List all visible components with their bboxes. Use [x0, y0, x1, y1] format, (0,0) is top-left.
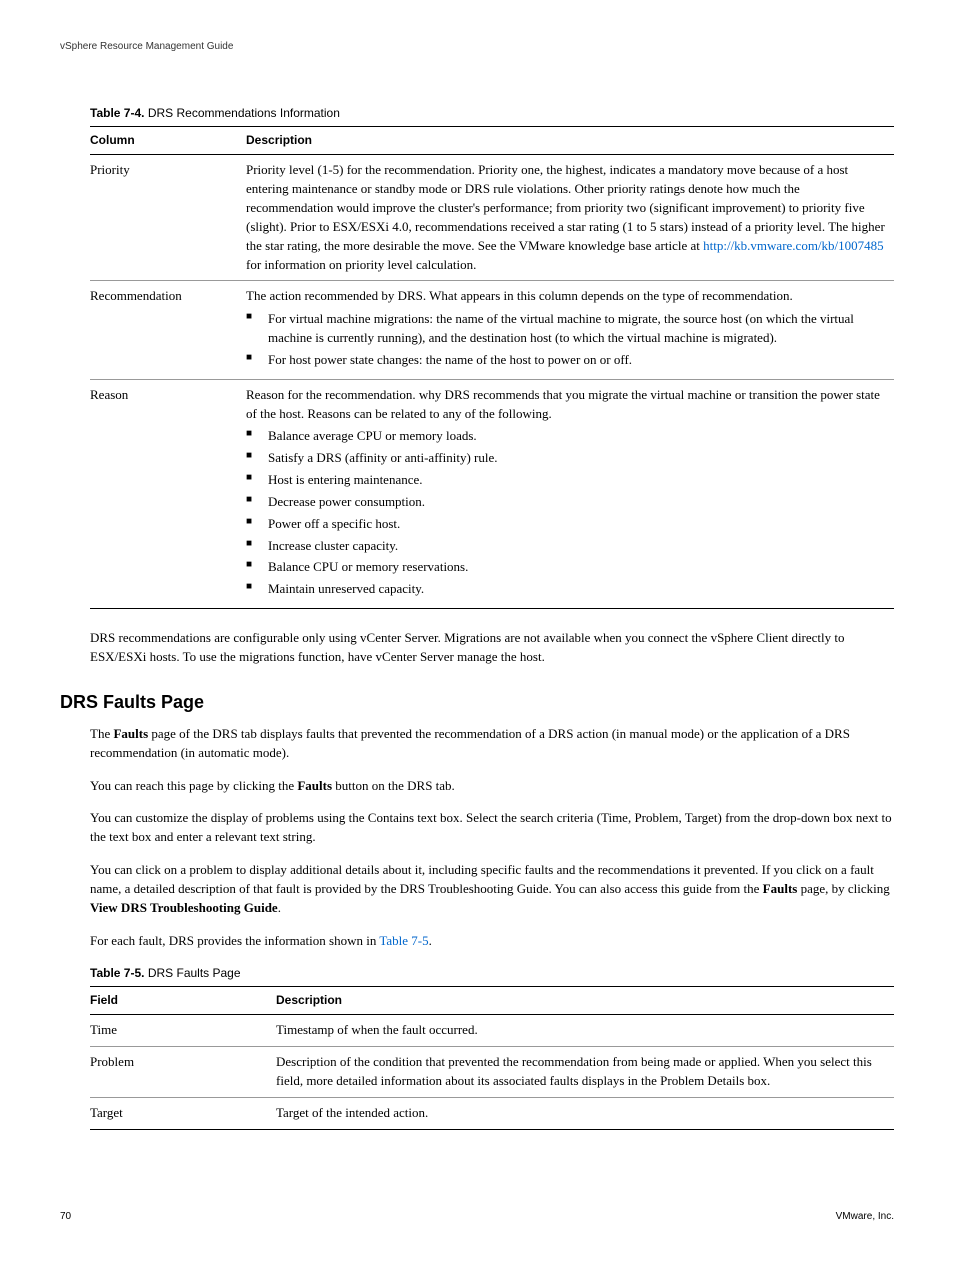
text: The — [90, 726, 113, 741]
page-content: Table 7-4. DRS Recommendations Informati… — [90, 105, 894, 1130]
list-item: Satisfy a DRS (affinity or anti-affinity… — [246, 449, 888, 468]
paragraph: For each fault, DRS provides the informa… — [90, 932, 894, 951]
list-item: Balance CPU or memory reservations. — [246, 558, 888, 577]
list-item: Increase cluster capacity. — [246, 537, 888, 556]
text: For each fault, DRS provides the informa… — [90, 933, 379, 948]
paragraph: You can click on a problem to display ad… — [90, 861, 894, 918]
table-number: Table 7-5. — [90, 966, 144, 980]
paragraph: DRS recommendations are configurable onl… — [90, 629, 894, 667]
table-number: Table 7-4. — [90, 106, 144, 120]
table-drs-faults: Field Description Time Timestamp of when… — [90, 986, 894, 1130]
paragraph: The Faults page of the DRS tab displays … — [90, 725, 894, 763]
list-item: Host is entering maintenance. — [246, 471, 888, 490]
bold-text: Faults — [113, 726, 148, 741]
cell-priority-desc: Priority level (1-5) for the recommendat… — [246, 155, 894, 281]
text: . — [429, 933, 432, 948]
table-title: DRS Faults Page — [148, 966, 241, 980]
th-field: Field — [90, 986, 276, 1014]
text: Reason for the recommendation. why DRS r… — [246, 387, 880, 421]
running-header: vSphere Resource Management Guide — [60, 40, 894, 55]
cell-time-label: Time — [90, 1015, 276, 1047]
th-description: Description — [246, 126, 894, 154]
cell-reason-label: Reason — [90, 379, 246, 608]
cell-target-label: Target — [90, 1097, 276, 1129]
footer-company: VMware, Inc. — [836, 1210, 894, 1225]
cell-reason-desc: Reason for the recommendation. why DRS r… — [246, 379, 894, 608]
list-item: Decrease power consumption. — [246, 493, 888, 512]
cell-recommendation-label: Recommendation — [90, 281, 246, 379]
cell-problem-label: Problem — [90, 1047, 276, 1098]
table-drs-recommendations: Column Description Priority Priority lev… — [90, 126, 894, 609]
list-item: Balance average CPU or memory loads. — [246, 427, 888, 446]
section-heading-drs-faults: DRS Faults Page — [60, 689, 894, 715]
bold-text: Faults — [763, 881, 798, 896]
text: button on the DRS tab. — [332, 778, 455, 793]
table-row: Time Timestamp of when the fault occurre… — [90, 1015, 894, 1047]
table-row: Recommendation The action recommended by… — [90, 281, 894, 379]
page-number: 70 — [60, 1210, 71, 1225]
text: page of the DRS tab displays faults that… — [90, 726, 850, 760]
table-row: Target Target of the intended action. — [90, 1097, 894, 1129]
table-row: Problem Description of the condition tha… — [90, 1047, 894, 1098]
cell-recommendation-desc: The action recommended by DRS. What appe… — [246, 281, 894, 379]
table-row: Priority Priority level (1-5) for the re… — [90, 155, 894, 281]
table-7-4-caption: Table 7-4. DRS Recommendations Informati… — [90, 105, 894, 122]
cell-time-desc: Timestamp of when the fault occurred. — [276, 1015, 894, 1047]
text: for information on priority level calcul… — [246, 257, 476, 272]
th-description: Description — [276, 986, 894, 1014]
table-title: DRS Recommendations Information — [148, 106, 340, 120]
text: The action recommended by DRS. What appe… — [246, 288, 793, 303]
table-row: Reason Reason for the recommendation. wh… — [90, 379, 894, 608]
text: You can reach this page by clicking the — [90, 778, 297, 793]
bold-text: Faults — [297, 778, 332, 793]
cell-priority-label: Priority — [90, 155, 246, 281]
text: . — [278, 900, 281, 915]
table-7-5-caption: Table 7-5. DRS Faults Page — [90, 965, 894, 982]
kb-link[interactable]: http://kb.vmware.com/kb/1007485 — [703, 238, 884, 253]
list-item: Power off a specific host. — [246, 515, 888, 534]
text: You can click on a problem to display ad… — [90, 862, 874, 896]
th-column: Column — [90, 126, 246, 154]
list-item: For host power state changes: the name o… — [246, 351, 888, 370]
text: page, by clicking — [797, 881, 889, 896]
reason-bullets: Balance average CPU or memory loads. Sat… — [246, 427, 888, 599]
paragraph: You can customize the display of problem… — [90, 809, 894, 847]
bold-text: View DRS Troubleshooting Guide — [90, 900, 278, 915]
cell-target-desc: Target of the intended action. — [276, 1097, 894, 1129]
cell-problem-desc: Description of the condition that preven… — [276, 1047, 894, 1098]
paragraph: You can reach this page by clicking the … — [90, 777, 894, 796]
list-item: Maintain unreserved capacity. — [246, 580, 888, 599]
list-item: For virtual machine migrations: the name… — [246, 310, 888, 348]
table-7-5-link[interactable]: Table 7-5 — [379, 933, 428, 948]
page-footer: 70 VMware, Inc. — [60, 1210, 894, 1225]
recommendation-bullets: For virtual machine migrations: the name… — [246, 310, 888, 370]
